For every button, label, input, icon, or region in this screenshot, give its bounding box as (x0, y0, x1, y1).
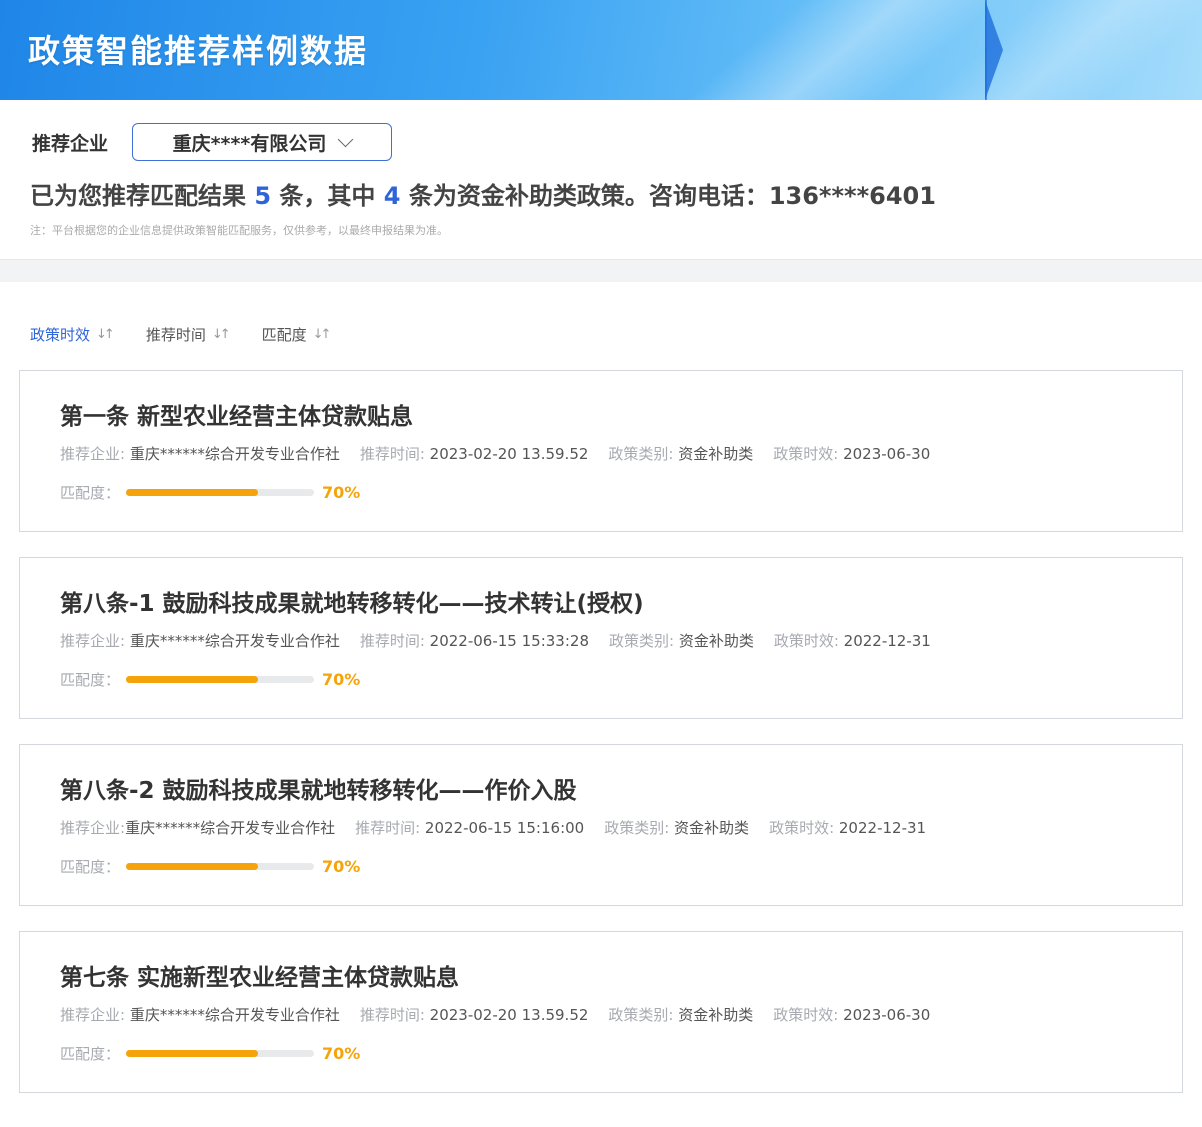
policy-meta: 推荐企业:重庆******综合开发专业合作社 推荐时间: 2022-06-15 … (60, 817, 926, 838)
policy-card[interactable]: 第八条-1 鼓励科技成果就地转移转化——技术转让(授权) 推荐企业: 重庆***… (19, 557, 1183, 719)
sort-recommend-time[interactable]: 推荐时间 ↓↑ (145, 324, 231, 345)
summary-total-count: 5 (254, 182, 272, 210)
meta-time: 推荐时间: 2023-02-20 13.59.52 (359, 445, 589, 463)
match-percent: 70% (322, 483, 361, 502)
meta-validity: 政策时效: 2022-12-31 (773, 632, 931, 650)
chevron-down-icon (338, 131, 354, 147)
sort-arrows-icon: ↓↑ (312, 327, 332, 342)
policy-title[interactable]: 第七条 实施新型农业经营主体贷款贴息 (60, 958, 459, 992)
policy-card[interactable]: 第七条 实施新型农业经营主体贷款贴息 推荐企业: 重庆******综合开发专业合… (19, 931, 1183, 1093)
meta-time: 推荐时间: 2023-02-20 13.59.52 (359, 1006, 589, 1024)
sort-label: 匹配度 (261, 326, 307, 344)
match-percent: 70% (322, 1044, 361, 1063)
company-label: 推荐企业 (32, 132, 109, 155)
policy-meta: 推荐企业: 重庆******综合开发专业合作社 推荐时间: 2022-06-15… (60, 630, 931, 651)
match-degree-row: 匹配度： 70% (60, 856, 360, 877)
policy-title[interactable]: 第一条 新型农业经营主体贷款贴息 (60, 397, 413, 431)
match-degree-row: 匹配度： 70% (60, 482, 360, 503)
meta-validity: 政策时效: 2023-06-30 (773, 445, 931, 463)
meta-category: 政策类别: 资金补助类 (604, 819, 750, 837)
sort-arrows-icon: ↓↑ (211, 327, 231, 342)
policy-title[interactable]: 第八条-1 鼓励科技成果就地转移转化——技术转让(授权) (60, 584, 644, 618)
match-progress-fill (126, 489, 258, 496)
summary-prefix: 已为您推荐匹配结果 (30, 182, 255, 210)
match-progress-fill (126, 676, 258, 683)
policy-title[interactable]: 第八条-2 鼓励科技成果就地转移转化——作价入股 (60, 771, 577, 805)
disclaimer-note: 注：平台根据您的企业信息提供政策智能匹配服务，仅供参考，以最终申报结果为准。 (30, 224, 448, 237)
company-selector-row: 推荐企业 重庆****有限公司 (32, 123, 392, 161)
sort-bar: 政策时效 ↓↑ 推荐时间 ↓↑ 匹配度 ↓↑ (30, 324, 332, 345)
page-title: 政策智能推荐样例数据 (28, 32, 369, 70)
sort-label: 政策时效 (30, 326, 91, 344)
match-degree-row: 匹配度： 70% (60, 669, 360, 690)
meta-company: 推荐企业: 重庆******综合开发专业合作社 (60, 1006, 340, 1024)
meta-time: 推荐时间: 2022-06-15 15:16:00 (355, 819, 585, 837)
match-label: 匹配度： (60, 484, 121, 502)
match-progress-bar (126, 863, 314, 870)
match-progress-fill (126, 863, 258, 870)
recommendation-info-panel: 推荐企业 重庆****有限公司 已为您推荐匹配结果 5 条，其中 4 条为资金补… (0, 100, 1202, 260)
company-select-value: 重庆****有限公司 (172, 132, 327, 155)
meta-company: 推荐企业: 重庆******综合开发专业合作社 (60, 445, 340, 463)
sort-arrows-icon: ↓↑ (96, 327, 115, 342)
policy-list-panel: 政策时效 ↓↑ 推荐时间 ↓↑ 匹配度 ↓↑ 第一条 新型农业经营主体贷款贴息 … (0, 282, 1202, 1127)
meta-category: 政策类别: 资金补助类 (608, 1006, 754, 1024)
meta-company: 推荐企业: 重庆******综合开发专业合作社 (60, 632, 340, 650)
match-label: 匹配度： (60, 1045, 121, 1063)
sort-match-degree[interactable]: 匹配度 ↓↑ (261, 324, 332, 345)
sort-policy-validity[interactable]: 政策时效 ↓↑ (30, 324, 115, 345)
match-label: 匹配度： (60, 671, 121, 689)
match-degree-row: 匹配度： 70% (60, 1043, 360, 1064)
match-progress-bar (126, 1050, 314, 1057)
policy-meta: 推荐企业: 重庆******综合开发专业合作社 推荐时间: 2023-02-20… (60, 1004, 930, 1025)
company-select[interactable]: 重庆****有限公司 (132, 123, 392, 161)
match-label: 匹配度： (60, 858, 121, 876)
meta-company: 推荐企业:重庆******综合开发专业合作社 (60, 819, 336, 837)
meta-category: 政策类别: 资金补助类 (608, 445, 754, 463)
meta-time: 推荐时间: 2022-06-15 15:33:28 (359, 632, 589, 650)
summary-suffix: 条为资金补助类政策。咨询电话：136****6401 (400, 182, 936, 210)
banner-arrow-icon (985, 0, 1003, 100)
header-banner: 政策智能推荐样例数据 (0, 0, 1202, 100)
match-percent: 70% (322, 670, 361, 689)
match-progress-bar (126, 676, 314, 683)
match-progress-bar (126, 489, 314, 496)
sort-label: 推荐时间 (145, 326, 206, 344)
policy-meta: 推荐企业: 重庆******综合开发专业合作社 推荐时间: 2023-02-20… (60, 443, 930, 464)
meta-validity: 政策时效: 2022-12-31 (769, 819, 927, 837)
policy-card[interactable]: 第八条-2 鼓励科技成果就地转移转化——作价入股 推荐企业:重庆******综合… (19, 744, 1183, 906)
match-progress-fill (126, 1050, 258, 1057)
meta-validity: 政策时效: 2023-06-30 (773, 1006, 931, 1024)
policy-card[interactable]: 第一条 新型农业经营主体贷款贴息 推荐企业: 重庆******综合开发专业合作社… (19, 370, 1183, 532)
recommendation-summary: 已为您推荐匹配结果 5 条，其中 4 条为资金补助类政策。咨询电话：136***… (30, 176, 936, 211)
meta-category: 政策类别: 资金补助类 (608, 632, 754, 650)
match-percent: 70% (322, 857, 361, 876)
summary-mid: 条，其中 (271, 182, 384, 210)
summary-funding-count: 4 (383, 182, 401, 210)
